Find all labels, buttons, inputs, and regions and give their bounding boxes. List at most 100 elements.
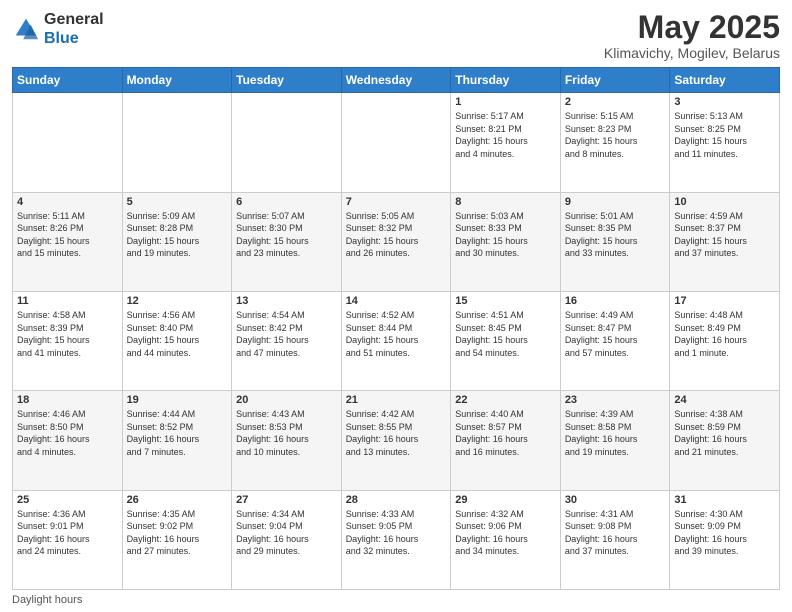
day-info: Sunrise: 5:03 AM Sunset: 8:33 PM Dayligh…	[455, 210, 556, 260]
calendar-cell: 25 Sunrise: 4:36 AM Sunset: 9:01 PM Dayli…	[13, 490, 123, 589]
calendar-table: SundayMondayTuesdayWednesdayThursdayFrid…	[12, 67, 780, 590]
calendar-cell: 7 Sunrise: 5:05 AM Sunset: 8:32 PM Daylig…	[341, 192, 451, 291]
location: Klimavichy, Mogilev, Belarus	[604, 45, 780, 61]
calendar-cell: 24 Sunrise: 4:38 AM Sunset: 8:59 PM Dayli…	[670, 391, 780, 490]
day-number: 28	[346, 494, 447, 506]
logo-blue-text: Blue	[44, 30, 79, 47]
calendar-cell: 27 Sunrise: 4:34 AM Sunset: 9:04 PM Dayli…	[232, 490, 342, 589]
day-info: Sunrise: 4:48 AM Sunset: 8:49 PM Dayligh…	[674, 309, 775, 359]
calendar-week-row: 25 Sunrise: 4:36 AM Sunset: 9:01 PM Dayli…	[13, 490, 780, 589]
calendar-cell: 22Sunrise: 4:40 AM Sunset: 8:57 PM Dayli…	[451, 391, 561, 490]
calendar-cell: 14 Sunrise: 4:52 AM Sunset: 8:44 PM Dayli…	[341, 291, 451, 390]
day-number: 4	[17, 196, 118, 208]
day-number: 12	[127, 295, 228, 307]
calendar-cell: 28 Sunrise: 4:33 AM Sunset: 9:05 PM Dayli…	[341, 490, 451, 589]
calendar-cell	[122, 93, 232, 192]
calendar-cell: 19 Sunrise: 4:44 AM Sunset: 8:52 PM Dayli…	[122, 391, 232, 490]
day-info: Sunrise: 4:32 AM Sunset: 9:06 PM Dayligh…	[455, 508, 556, 558]
day-number: 7	[346, 196, 447, 208]
day-number: 21	[346, 394, 447, 406]
day-info: Sunrise: 4:31 AM Sunset: 9:08 PM Dayligh…	[565, 508, 666, 558]
calendar-cell: 16 Sunrise: 4:49 AM Sunset: 8:47 PM Dayli…	[560, 291, 670, 390]
day-number: 2	[565, 96, 666, 108]
day-info: Sunrise: 5:09 AM Sunset: 8:28 PM Dayligh…	[127, 210, 228, 260]
calendar-cell: 1 Sunrise: 5:17 AM Sunset: 8:21 PM Daylig…	[451, 93, 561, 192]
day-info: Sunrise: 5:05 AM Sunset: 8:32 PM Dayligh…	[346, 210, 447, 260]
calendar-cell: 13Sunrise: 4:54 AM Sunset: 8:42 PM Dayli…	[232, 291, 342, 390]
weekday-header-thursday: Thursday	[451, 68, 561, 93]
calendar-cell: 20Sunrise: 4:43 AM Sunset: 8:53 PM Dayli…	[232, 391, 342, 490]
calendar-cell: 2 Sunrise: 5:15 AM Sunset: 8:23 PM Daylig…	[560, 93, 670, 192]
calendar-week-row: 11 Sunrise: 4:58 AM Sunset: 8:39 PM Dayli…	[13, 291, 780, 390]
day-number: 29	[455, 494, 556, 506]
calendar-cell	[341, 93, 451, 192]
weekday-header-friday: Friday	[560, 68, 670, 93]
logo-general-text: General	[44, 11, 104, 28]
day-info: Sunrise: 4:44 AM Sunset: 8:52 PM Dayligh…	[127, 408, 228, 458]
weekday-header-saturday: Saturday	[670, 68, 780, 93]
day-number: 23	[565, 394, 666, 406]
calendar-cell: 4Sunrise: 5:11 AM Sunset: 8:26 PM Daylig…	[13, 192, 123, 291]
day-info: Sunrise: 4:56 AM Sunset: 8:40 PM Dayligh…	[127, 309, 228, 359]
day-number: 25	[17, 494, 118, 506]
calendar-cell	[13, 93, 123, 192]
calendar-cell: 12 Sunrise: 4:56 AM Sunset: 8:40 PM Dayli…	[122, 291, 232, 390]
day-number: 16	[565, 295, 666, 307]
day-number: 27	[236, 494, 337, 506]
day-number: 14	[346, 295, 447, 307]
weekday-header-monday: Monday	[122, 68, 232, 93]
day-info: Sunrise: 4:49 AM Sunset: 8:47 PM Dayligh…	[565, 309, 666, 359]
day-number: 30	[565, 494, 666, 506]
day-number: 26	[127, 494, 228, 506]
calendar-cell: 26 Sunrise: 4:35 AM Sunset: 9:02 PM Dayli…	[122, 490, 232, 589]
day-info: Sunrise: 4:43 AM Sunset: 8:53 PM Dayligh…	[236, 408, 337, 458]
day-number: 17	[674, 295, 775, 307]
footer: Daylight hours	[12, 594, 780, 606]
weekday-header-row: SundayMondayTuesdayWednesdayThursdayFrid…	[13, 68, 780, 93]
calendar-cell: 29 Sunrise: 4:32 AM Sunset: 9:06 PM Dayli…	[451, 490, 561, 589]
day-number: 9	[565, 196, 666, 208]
day-number: 15	[455, 295, 556, 307]
calendar-cell: 21Sunrise: 4:42 AM Sunset: 8:55 PM Dayli…	[341, 391, 451, 490]
day-info: Sunrise: 4:30 AM Sunset: 9:09 PM Dayligh…	[674, 508, 775, 558]
day-number: 6	[236, 196, 337, 208]
day-number: 11	[17, 295, 118, 307]
day-info: Sunrise: 4:38 AM Sunset: 8:59 PM Dayligh…	[674, 408, 775, 458]
logo-icon	[12, 15, 40, 43]
page: General Blue May 2025 Klimavichy, Mogile…	[0, 0, 792, 612]
calendar-week-row: 18Sunrise: 4:46 AM Sunset: 8:50 PM Dayli…	[13, 391, 780, 490]
day-number: 13	[236, 295, 337, 307]
day-info: Sunrise: 4:58 AM Sunset: 8:39 PM Dayligh…	[17, 309, 118, 359]
day-info: Sunrise: 5:15 AM Sunset: 8:23 PM Dayligh…	[565, 110, 666, 160]
day-info: Sunrise: 4:40 AM Sunset: 8:57 PM Dayligh…	[455, 408, 556, 458]
day-info: Sunrise: 4:34 AM Sunset: 9:04 PM Dayligh…	[236, 508, 337, 558]
calendar-cell: 11 Sunrise: 4:58 AM Sunset: 8:39 PM Dayli…	[13, 291, 123, 390]
day-info: Sunrise: 4:33 AM Sunset: 9:05 PM Dayligh…	[346, 508, 447, 558]
day-info: Sunrise: 5:17 AM Sunset: 8:21 PM Dayligh…	[455, 110, 556, 160]
weekday-header-sunday: Sunday	[13, 68, 123, 93]
daylight-label: Daylight hours	[12, 594, 82, 606]
calendar-cell: 5 Sunrise: 5:09 AM Sunset: 8:28 PM Daylig…	[122, 192, 232, 291]
day-number: 1	[455, 96, 556, 108]
day-number: 5	[127, 196, 228, 208]
day-info: Sunrise: 4:52 AM Sunset: 8:44 PM Dayligh…	[346, 309, 447, 359]
calendar-week-row: 1 Sunrise: 5:17 AM Sunset: 8:21 PM Daylig…	[13, 93, 780, 192]
day-info: Sunrise: 4:46 AM Sunset: 8:50 PM Dayligh…	[17, 408, 118, 458]
day-number: 3	[674, 96, 775, 108]
calendar-cell: 9Sunrise: 5:01 AM Sunset: 8:35 PM Daylig…	[560, 192, 670, 291]
day-info: Sunrise: 4:51 AM Sunset: 8:45 PM Dayligh…	[455, 309, 556, 359]
day-number: 19	[127, 394, 228, 406]
day-info: Sunrise: 4:59 AM Sunset: 8:37 PM Dayligh…	[674, 210, 775, 260]
day-info: Sunrise: 4:39 AM Sunset: 8:58 PM Dayligh…	[565, 408, 666, 458]
day-info: Sunrise: 4:35 AM Sunset: 9:02 PM Dayligh…	[127, 508, 228, 558]
calendar-cell: 30 Sunrise: 4:31 AM Sunset: 9:08 PM Dayli…	[560, 490, 670, 589]
weekday-header-wednesday: Wednesday	[341, 68, 451, 93]
calendar-cell: 17 Sunrise: 4:48 AM Sunset: 8:49 PM Dayli…	[670, 291, 780, 390]
day-number: 8	[455, 196, 556, 208]
calendar-cell: 18Sunrise: 4:46 AM Sunset: 8:50 PM Dayli…	[13, 391, 123, 490]
day-info: Sunrise: 5:07 AM Sunset: 8:30 PM Dayligh…	[236, 210, 337, 260]
day-number: 24	[674, 394, 775, 406]
day-info: Sunrise: 4:36 AM Sunset: 9:01 PM Dayligh…	[17, 508, 118, 558]
day-number: 31	[674, 494, 775, 506]
calendar-cell: 23 Sunrise: 4:39 AM Sunset: 8:58 PM Dayli…	[560, 391, 670, 490]
